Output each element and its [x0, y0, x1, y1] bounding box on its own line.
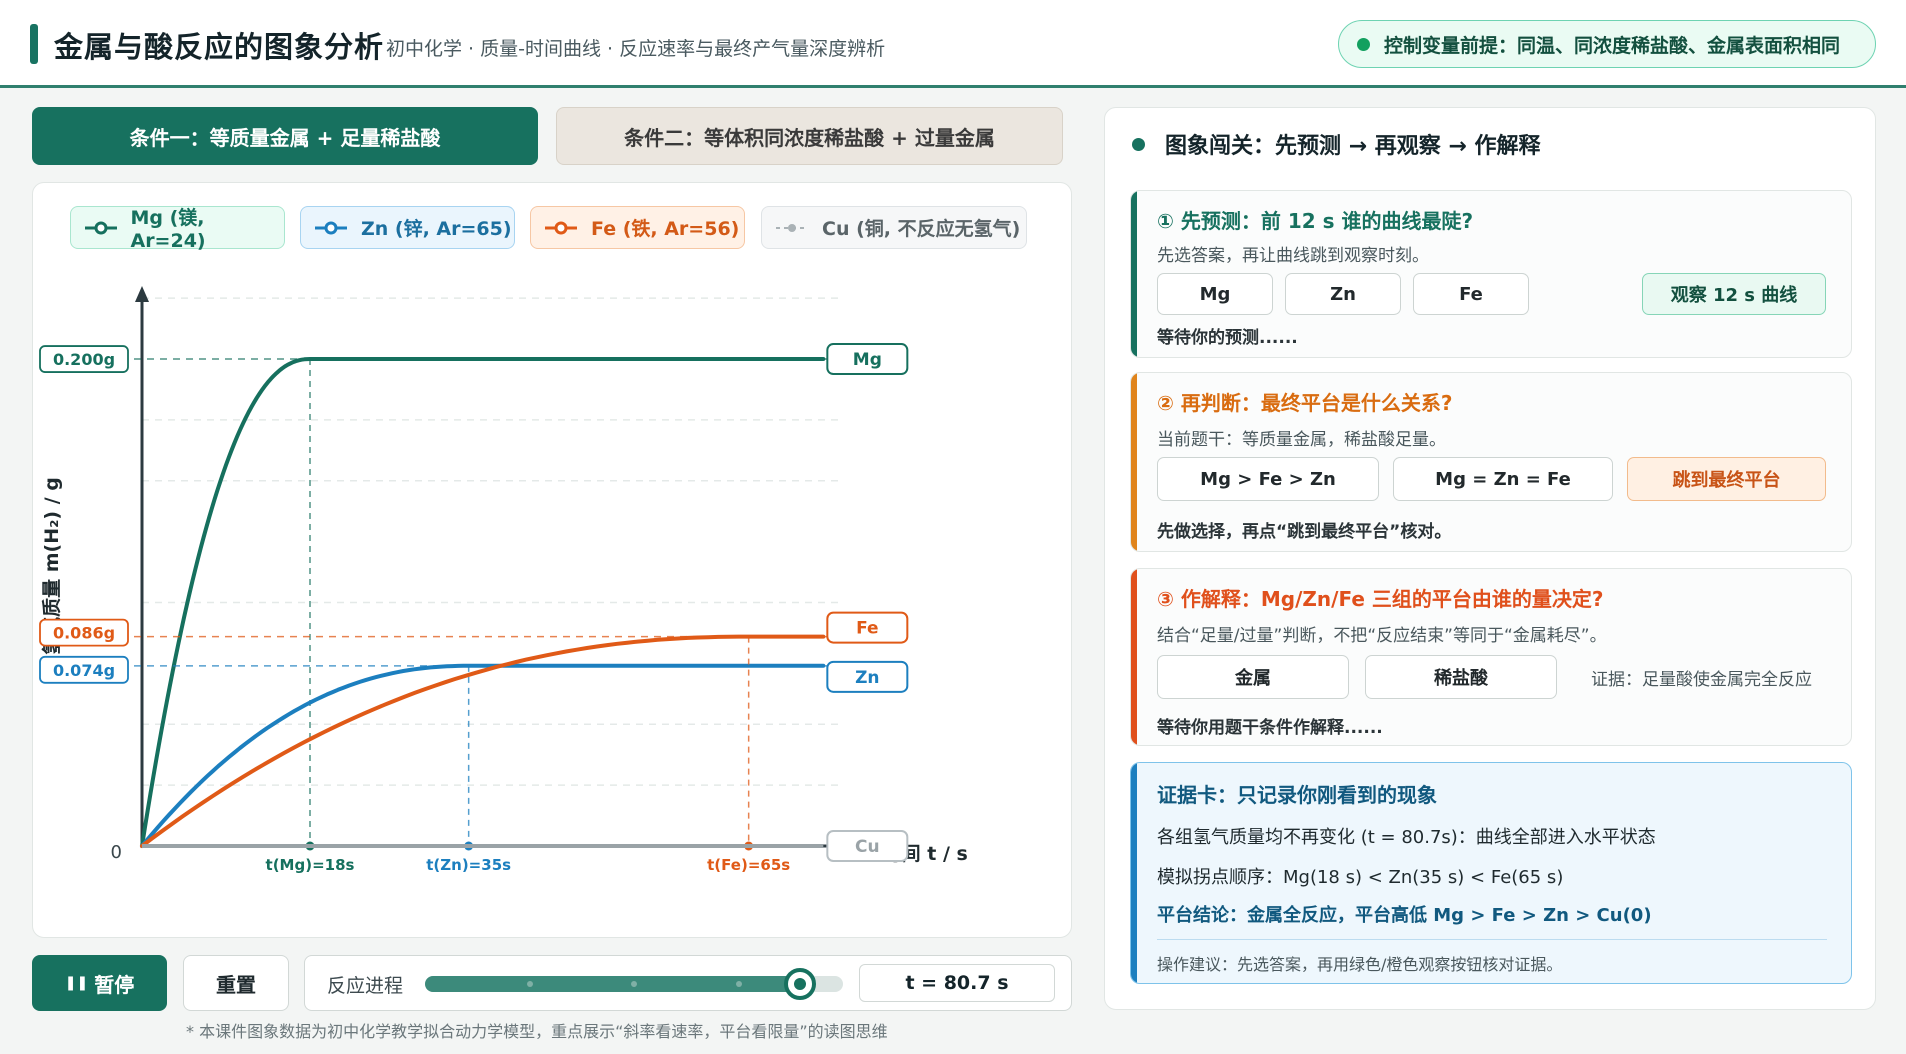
premise-badge: 控制变量前提：同温、同浓度稀盐酸、金属表面积相同 [1338, 20, 1876, 68]
legend-line-icon [776, 223, 808, 232]
tab-condition-1[interactable]: 条件一：等质量金属 + 足量稀盐酸 [32, 107, 538, 165]
explain-card-desc: 结合“足量/过量”判断，不把“反应结束”等同于“金属耗尽”。 [1157, 626, 1607, 646]
card-stripe [1131, 569, 1137, 745]
challenge-title-text: 图象闯关：先预测 → 再观察 → 作解释 [1165, 134, 1541, 159]
evidence-line-3: 平台结论：金属全反应，平台高低 Mg > Fe > Zn > Cu(0) [1157, 905, 1652, 926]
judge-card-desc: 当前题干：等质量金属，稀盐酸足量。 [1157, 430, 1446, 450]
premise-text: 控制变量前提：同温、同浓度稀盐酸、金属表面积相同 [1384, 34, 1841, 57]
challenge-panel-title: 图象闯关：先预测 → 再观察 → 作解释 [1132, 128, 1541, 160]
legend-toggle-zn[interactable]: Zn (锌, Ar=65) [300, 206, 515, 249]
judge-card-title: ② 再判断：最终平台是什么关系? [1157, 391, 1453, 415]
explain-choice-acid[interactable]: 稀盐酸 [1365, 655, 1557, 699]
card-stripe [1131, 191, 1137, 357]
evidence-card: 证据卡：只记录你刚看到的现象 各组氢气质量均不再变化 (t = 80.7s)：曲… [1130, 762, 1852, 984]
inflection-label-mg: t(Mg)=18s [266, 856, 355, 874]
progress-tick [631, 981, 637, 987]
progress-knob[interactable] [783, 968, 816, 1000]
progress-fill [425, 976, 800, 992]
predict-choice-zn[interactable]: Zn [1285, 273, 1401, 315]
pause-icon: ❚❚ [64, 975, 89, 991]
plateau-value-fe: 0.086g [53, 624, 115, 643]
predict-card-title: ① 先预测：前 12 s 谁的曲线最陡? [1157, 209, 1474, 233]
reset-button[interactable]: 重置 [183, 955, 289, 1011]
legend-line-icon [315, 221, 347, 234]
predict-card: ① 先预测：前 12 s 谁的曲线最陡? 先选答案，再让曲线跳到观察时刻。 Mg… [1130, 190, 1852, 358]
footnote: * 本课件图象数据为初中化学教学拟合动力学模型，重点展示“斜率看速率，平台看限量… [186, 1022, 888, 1041]
predict-choice-mg[interactable]: Mg [1157, 273, 1273, 315]
observe-12s-button[interactable]: 观察 12 s 曲线 [1642, 273, 1826, 315]
app-header: 金属与酸反应的图象分析 初中化学 · 质量-时间曲线 · 反应速率与最终产气量深… [0, 0, 1906, 88]
series-tag-zn: Zn [855, 668, 879, 688]
explain-choice-metal[interactable]: 金属 [1157, 655, 1349, 699]
pause-button[interactable]: ❚❚ 暂停 [32, 955, 167, 1011]
legend-toggle-mg[interactable]: Mg (镁, Ar=24) [70, 206, 285, 252]
judge-choice-mg-fe-zn[interactable]: Mg > Fe > Zn [1157, 457, 1379, 501]
curve-fe [140, 634, 826, 848]
time-readout: t = 80.7 s [859, 964, 1055, 1002]
legend-label-zn: Zn (锌, Ar=65) [361, 218, 512, 240]
page-title: 金属与酸反应的图象分析 [54, 30, 385, 64]
legend-toggle-fe[interactable]: Fe (铁, Ar=56) [530, 206, 745, 249]
predict-card-desc: 先选答案，再让曲线跳到观察时刻。 [1157, 246, 1429, 266]
judge-status: 先做选择，再点“跳到最终平台”核对。 [1157, 522, 1452, 542]
card-stripe [1131, 763, 1137, 983]
h2-mass-time-chart: 时间 t / s0氢气质量 m(H₂) / gt(Mg)=18s t(Zn)=35… [39, 286, 968, 874]
legend-line-icon [545, 221, 577, 234]
progress-tick [736, 981, 742, 987]
judge-card: ② 再判断：最终平台是什么关系? 当前题干：等质量金属，稀盐酸足量。 Mg > … [1130, 372, 1852, 552]
legend-line-icon [85, 221, 117, 234]
series-tag-mg: Mg [853, 350, 882, 370]
series-tag-cu: Cu [855, 837, 880, 857]
title-dot-icon [1132, 137, 1145, 151]
predict-choice-fe[interactable]: Fe [1413, 273, 1529, 315]
inflection-label-fe: t(Fe)=65s [707, 856, 790, 874]
status-dot-icon [1357, 37, 1370, 51]
evidence-tip: 操作建议：先选答案，再用绿色/橙色观察按钮核对证据。 [1157, 955, 1563, 974]
card-stripe [1131, 373, 1137, 551]
legend-label-cu: Cu (铜, 不反应无氢气) [822, 218, 1021, 240]
origin-label: 0 [111, 842, 122, 863]
progress-label: 反应进程 [327, 975, 404, 997]
progress-tick [527, 981, 533, 987]
y-axis-arrow [135, 286, 149, 302]
progress-control: 反应进程 t = 80.7 s [304, 955, 1072, 1011]
evidence-card-title: 证据卡：只记录你刚看到的现象 [1157, 783, 1437, 807]
pause-label: 暂停 [94, 972, 135, 997]
title-accent-bar [30, 24, 38, 64]
plateau-value-mg: 0.200g [53, 350, 115, 369]
explain-card-title: ③ 作解释：Mg/Zn/Fe 三组的平台由谁的量决定? [1157, 587, 1604, 611]
page-subtitle: 初中化学 · 质量-时间曲线 · 反应速率与最终产气量深度辨析 [386, 38, 886, 60]
explain-status: 等待你用题干条件作解释...... [1157, 718, 1383, 738]
plateau-value-zn: 0.074g [53, 661, 115, 680]
predict-status: 等待你的预测...... [1157, 328, 1298, 348]
legend-toggle-cu[interactable]: Cu (铜, 不反应无氢气) [761, 206, 1027, 249]
series-tag-fe: Fe [856, 619, 878, 639]
tab-condition-2[interactable]: 条件二：等体积同浓度稀盐酸 + 过量金属 [556, 107, 1063, 165]
judge-choice-equal[interactable]: Mg = Zn = Fe [1393, 457, 1613, 501]
inflection-label-zn: t(Zn)=35s [426, 856, 511, 874]
legend-label-fe: Fe (铁, Ar=56) [591, 218, 740, 240]
evidence-line-1: 各组氢气质量均不再变化 (t = 80.7s)：曲线全部进入水平状态 [1157, 827, 1656, 848]
curve-zn [140, 663, 826, 848]
explain-evidence-note: 证据：足量酸使金属完全反应 [1591, 670, 1812, 690]
evidence-line-2: 模拟拐点顺序：Mg(18 s) < Zn(35 s) < Fe(65 s) [1157, 867, 1564, 888]
jump-final-plateau-button[interactable]: 跳到最终平台 [1627, 457, 1826, 501]
progress-slider[interactable] [425, 968, 843, 1000]
evidence-divider [1157, 939, 1827, 940]
explain-card: ③ 作解释：Mg/Zn/Fe 三组的平台由谁的量决定? 结合“足量/过量”判断，… [1130, 568, 1852, 746]
legend-label-mg: Mg (镁, Ar=24) [130, 207, 206, 252]
